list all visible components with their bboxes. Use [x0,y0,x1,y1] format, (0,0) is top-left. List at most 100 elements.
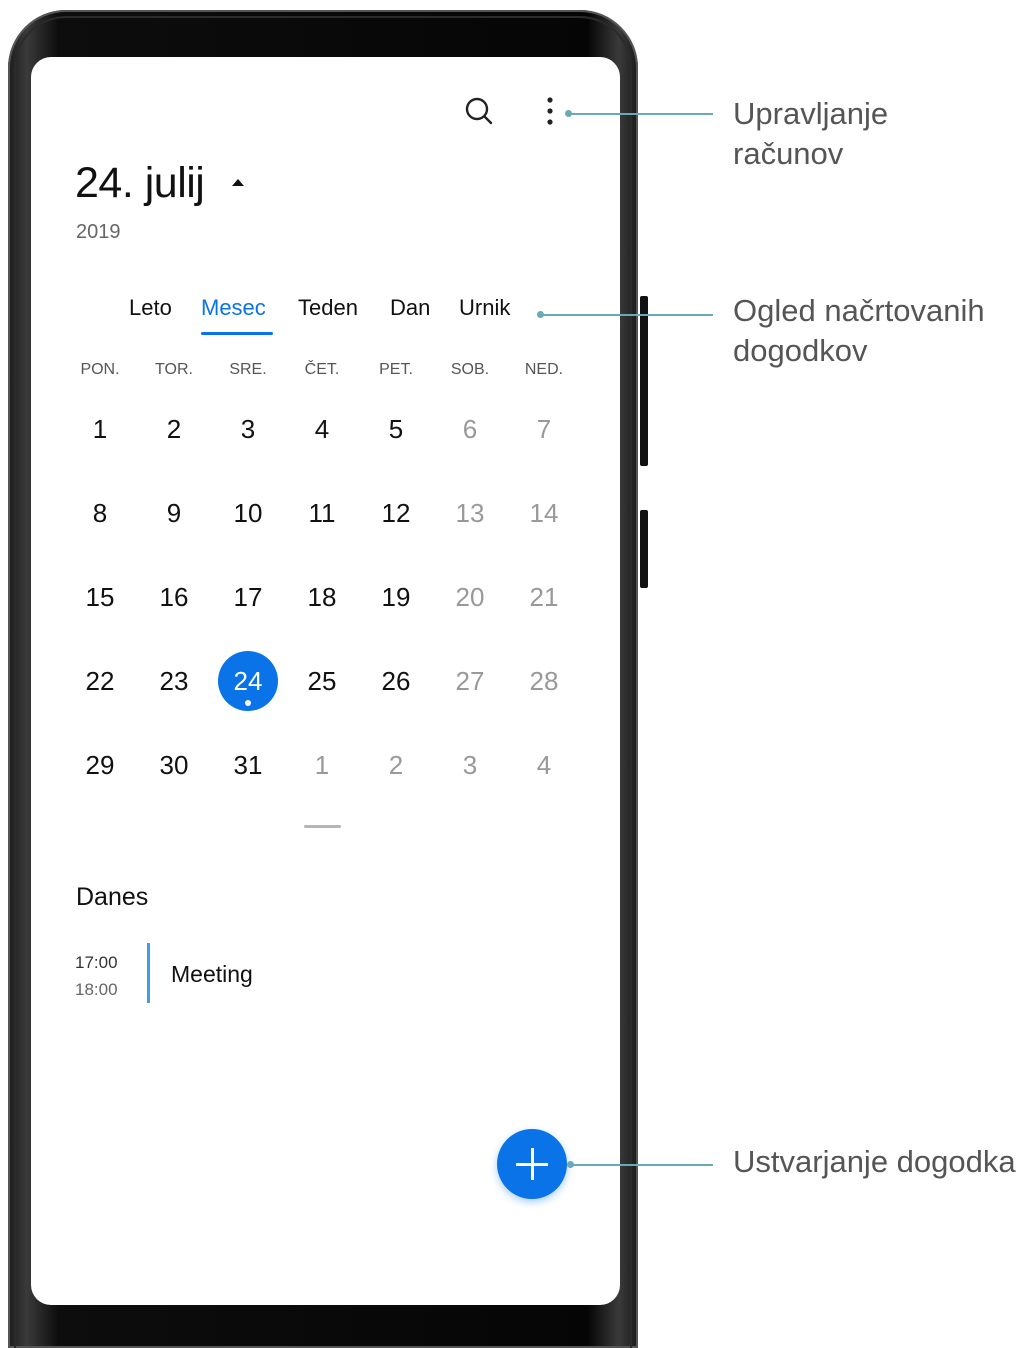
calendar-day[interactable]: 1 [70,399,130,459]
calendar-screen: 24. julij 2019 Leto Mesec Teden Dan Urni… [31,57,620,1305]
day-number: 8 [92,498,108,528]
calendar-day[interactable]: 2 [366,735,426,795]
calendar-day[interactable]: 20 [440,567,500,627]
calendar-day[interactable]: 12 [366,483,426,543]
weekday-header: ČET. [304,361,340,378]
day-number: 18 [307,582,337,612]
calendar-day[interactable]: 30 [144,735,204,795]
day-number: 1 [92,414,108,444]
day-number: 26 [381,666,411,696]
day-number: 11 [308,498,336,528]
callout-line [542,314,713,316]
day-number: 15 [85,582,115,612]
calendar-day[interactable]: 4 [514,735,574,795]
day-number: 9 [166,498,182,528]
callout-line [570,113,713,115]
calendar-day[interactable]: 14 [514,483,574,543]
event-time: 17:00 18:00 [75,949,118,1003]
search-button[interactable] [459,91,499,131]
weekday-header: NED. [524,361,564,378]
day-number: 23 [159,666,189,696]
calendar-day[interactable]: 7 [514,399,574,459]
day-number: 7 [536,414,552,444]
day-number: 3 [240,414,256,444]
calendar-day[interactable]: 15 [70,567,130,627]
calendar-day[interactable]: 16 [144,567,204,627]
callout-create: Ustvarjanje dogodka [733,1144,1016,1179]
tab-year[interactable]: Leto [129,295,172,321]
weekday-header: SOB. [450,361,490,378]
calendar-day[interactable]: 18 [292,567,352,627]
calendar-day[interactable]: 8 [70,483,130,543]
date-title[interactable]: 24. julij [75,159,205,208]
tab-week[interactable]: Teden [298,295,358,321]
day-number: 2 [388,750,404,780]
calendar-day[interactable]: 3 [440,735,500,795]
search-icon [465,97,493,125]
tab-month[interactable]: Mesec [201,295,266,321]
calendar-day[interactable]: 23 [144,651,204,711]
day-number: 25 [307,666,337,696]
day-number: 22 [85,666,115,696]
day-number: 4 [314,414,330,444]
day-number: 2 [166,414,182,444]
weekday-header: SRE. [229,361,267,378]
event-end-time: 18:00 [75,980,118,999]
event-title: Meeting [171,961,253,987]
calendar-day[interactable]: 4 [292,399,352,459]
calendar-day[interactable]: 26 [366,651,426,711]
calendar-day[interactable]: 17 [218,567,278,627]
year-label: 2019 [76,221,121,243]
day-number: 4 [536,750,552,780]
calendar-day[interactable]: 28 [514,651,574,711]
calendar-day[interactable]: 31 [218,735,278,795]
calendar-day[interactable]: 22 [70,651,130,711]
calendar-day[interactable]: 3 [218,399,278,459]
weekday-header: PON. [80,361,120,378]
day-number: 6 [462,414,478,444]
day-number: 24 [233,666,263,696]
calendar-day[interactable]: 29 [70,735,130,795]
add-event-button[interactable] [497,1129,567,1199]
calendar-day[interactable]: 1 [292,735,352,795]
stage: 24. julij 2019 Leto Mesec Teden Dan Urni… [0,0,1032,1348]
calendar-day[interactable]: 25 [292,651,352,711]
calendar-day[interactable]: 10 [218,483,278,543]
calendar-day[interactable]: 9 [144,483,204,543]
tab-schedule[interactable]: Urnik [459,295,510,321]
day-number: 16 [159,582,189,612]
calendar-day[interactable]: 5 [366,399,426,459]
event-start-time: 17:00 [75,953,118,972]
calendar-day[interactable]: 19 [366,567,426,627]
tab-day[interactable]: Dan [390,295,430,321]
power-button [640,510,648,588]
day-number: 19 [381,582,411,612]
day-number: 17 [233,582,263,612]
calendar-day[interactable]: 13 [440,483,500,543]
calendar-day[interactable]: 24 [218,651,278,711]
weekday-header: PET. [379,361,413,378]
callout-accounts: Upravljanje računov [733,96,889,171]
today-heading: Danes [76,883,149,911]
calendar-day[interactable]: 6 [440,399,500,459]
caret-up-icon[interactable] [232,179,244,186]
drag-handle[interactable] [304,825,341,828]
callout-view: Ogled načrtovanih dogodkov [733,293,985,368]
day-number: 29 [85,750,115,780]
calendar-day[interactable]: 27 [440,651,500,711]
day-number: 1 [314,750,330,780]
day-number: 30 [159,750,189,780]
calendar-day[interactable]: 2 [144,399,204,459]
volume-button [640,296,648,466]
calendar-day[interactable]: 21 [514,567,574,627]
day-number: 10 [233,498,263,528]
day-number: 28 [529,666,559,696]
day-number: 14 [529,498,559,528]
callout-line [572,1164,713,1166]
day-number: 21 [529,582,559,612]
calendar-day[interactable]: 11 [292,483,352,543]
event-color-bar [147,943,150,1003]
day-number: 31 [233,750,263,780]
weekday-header: TOR. [155,361,193,378]
plus-icon-stroke [531,1148,534,1180]
